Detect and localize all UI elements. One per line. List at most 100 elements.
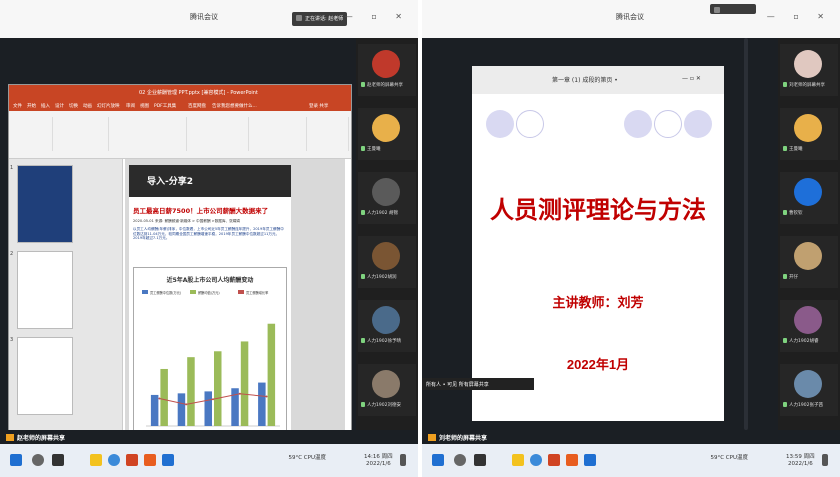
ribbon-tab[interactable]: 文件 <box>13 103 22 109</box>
file-explorer-icon[interactable] <box>90 454 102 466</box>
participant-avatar <box>372 370 400 398</box>
mic-icon <box>361 402 365 407</box>
mic-icon <box>361 146 365 151</box>
editing-group[interactable] <box>309 117 349 151</box>
dark-gutter <box>744 38 748 430</box>
participant-name: 人力1902徐予晴 <box>361 338 401 344</box>
speaker-indicator <box>710 4 756 14</box>
legend-label: 薪酬均值(万元) <box>198 290 220 295</box>
ribbon-tab[interactable]: 百度网盘 <box>188 103 206 109</box>
growth-point <box>212 398 214 401</box>
windows-start-icon[interactable] <box>10 454 22 466</box>
mic-icon <box>783 82 787 87</box>
windows-start-icon[interactable] <box>432 454 444 466</box>
participant-name: 开仔 <box>783 274 798 280</box>
meeting-titlebar: 腾讯会议 — ▫ ✕ <box>422 0 840 38</box>
participant-avatar <box>372 114 400 142</box>
bar-median <box>177 393 186 426</box>
growth-point <box>265 395 268 398</box>
ribbon-tab[interactable]: 动画 <box>83 103 92 109</box>
participant-name: 人力1902张子茜 <box>783 402 823 408</box>
ppt-ribbon-tabs: 文件 开始 插入 设计 切换 动画 幻灯片放映 审阅 视图 PDF工具集 百度网盘 告诉我您想要做什么… <box>9 101 351 111</box>
share-label-bar: 赵老师的屏幕共享 <box>0 430 418 444</box>
paragraph-group[interactable] <box>189 117 249 151</box>
slide-thumbnails: 1 2 3 <box>9 159 123 449</box>
notification-icon[interactable] <box>822 454 828 466</box>
search-icon[interactable] <box>454 454 466 466</box>
app-icon[interactable] <box>52 454 64 466</box>
participant-name: 王曼曦 <box>361 146 381 152</box>
participant-tile[interactable]: 人力1902胡睿 <box>780 300 838 352</box>
powerpoint-icon[interactable] <box>126 454 138 466</box>
participant-tile[interactable]: 刘老师的屏幕共享 <box>780 44 838 96</box>
thumbnail-slide-1[interactable] <box>17 165 73 243</box>
participant-tile[interactable]: 开仔 <box>780 236 838 288</box>
participant-tile[interactable]: 人力1902胡润 <box>358 236 416 288</box>
tencent-meeting-icon[interactable] <box>162 454 174 466</box>
ribbon-tab[interactable]: PDF工具集 <box>154 103 176 109</box>
decor-circle <box>654 110 682 138</box>
participant-avatar <box>794 370 822 398</box>
screen-share-area: 第一章 (1) 成段的第页 • — ▫ ✕ 人员测评理论与方法 主讲教师：刘芳 … <box>422 38 778 430</box>
right-meeting-screen: 腾讯会议 — ▫ ✕ 第一章 (1) 成段的第页 • — ▫ ✕ 人员测评理论与… <box>422 0 840 477</box>
slide-date: 2022年1月 <box>566 357 630 372</box>
thumbnail-slide-2[interactable] <box>17 251 73 329</box>
bar-average <box>214 351 222 426</box>
growth-point <box>158 397 161 400</box>
article-title: 员工最高日薪7500！上市公司薪酬大数据来了 <box>133 207 269 215</box>
growth-point <box>185 403 188 406</box>
file-explorer-icon[interactable] <box>512 454 524 466</box>
decor-circle <box>486 110 514 138</box>
participant-avatar <box>794 242 822 270</box>
ribbon-tab[interactable]: 开始 <box>27 103 36 109</box>
drawing-group[interactable] <box>251 117 307 151</box>
participant-name: 人力1902胡睿 <box>783 338 818 344</box>
ribbon-tab[interactable]: 视图 <box>140 103 149 109</box>
participant-avatar <box>794 114 822 142</box>
powerpoint-window: 02 企业薪酬管理 PPT.pptx [兼容模式] - PowerPoint 文… <box>8 84 352 460</box>
participant-tile[interactable]: 人力1902刘德安 <box>358 364 416 416</box>
participant-tile[interactable]: 人力1902 胡锦 <box>358 172 416 224</box>
legend-swatch <box>190 290 196 294</box>
browser-icon[interactable] <box>108 454 120 466</box>
notification-icon[interactable] <box>400 454 406 466</box>
participant-panel: 赵老师的屏幕共享 王曼曦人力1902 胡锦人力1902胡润 人力1902徐予晴人力1… <box>356 38 418 430</box>
app-icon[interactable] <box>474 454 486 466</box>
ribbon-tab[interactable]: 告诉我您想要做什么... <box>212 103 257 109</box>
mic-icon <box>783 146 787 151</box>
participant-avatar <box>372 50 400 78</box>
participant-tile[interactable]: 曹钦钦 <box>780 172 838 224</box>
participant-tile[interactable]: 王曼曦 <box>358 108 416 160</box>
ribbon-tab[interactable]: 插入 <box>41 103 50 109</box>
app-icon-orange[interactable] <box>566 454 578 466</box>
window-controls[interactable]: — ▫ ✕ <box>345 12 410 21</box>
participant-tile[interactable]: 人力1902张子茜 <box>780 364 838 416</box>
window-controls[interactable]: — ▫ ✕ <box>767 12 832 21</box>
clipboard-group[interactable] <box>13 117 53 151</box>
slides-group[interactable] <box>55 117 109 151</box>
ribbon-tab[interactable]: 审阅 <box>126 103 135 109</box>
windows-taskbar: 59°C CPU温度 14:16 周四 2022/1/6 <box>0 444 418 477</box>
tencent-meeting-icon[interactable] <box>584 454 596 466</box>
powerpoint-icon[interactable] <box>548 454 560 466</box>
font-group[interactable] <box>111 117 187 151</box>
legend-label: 员工薪酬增长率 <box>246 290 269 295</box>
participant-tile[interactable]: 人力1902徐予晴 <box>358 300 416 352</box>
presentation-header: 第一章 (1) 成段的第页 • — ▫ ✕ <box>472 66 724 94</box>
participant-tile[interactable]: 赵老师的屏幕共享 <box>358 44 416 96</box>
login-share-button[interactable]: 登录 共享 <box>309 103 328 109</box>
bar-median <box>258 382 266 426</box>
participant-tile[interactable]: 王曼曦 <box>780 108 838 160</box>
participant-name: 赵老师的屏幕共享 <box>361 82 403 88</box>
ribbon-tab[interactable]: 切换 <box>69 103 78 109</box>
share-visibility-bar[interactable]: 所有人 • 可见 所有屏幕共享 <box>422 378 534 390</box>
ribbon-tab[interactable]: 幻灯片放映 <box>97 103 120 109</box>
participant-name: 人力1902胡润 <box>361 274 396 280</box>
decor-circle <box>684 110 712 138</box>
ppt-titlebar: 02 企业薪酬管理 PPT.pptx [兼容模式] - PowerPoint <box>9 85 351 101</box>
ribbon-tab[interactable]: 设计 <box>55 103 64 109</box>
thumbnail-slide-3[interactable] <box>17 337 73 415</box>
search-icon[interactable] <box>32 454 44 466</box>
browser-icon[interactable] <box>530 454 542 466</box>
app-icon-orange[interactable] <box>144 454 156 466</box>
